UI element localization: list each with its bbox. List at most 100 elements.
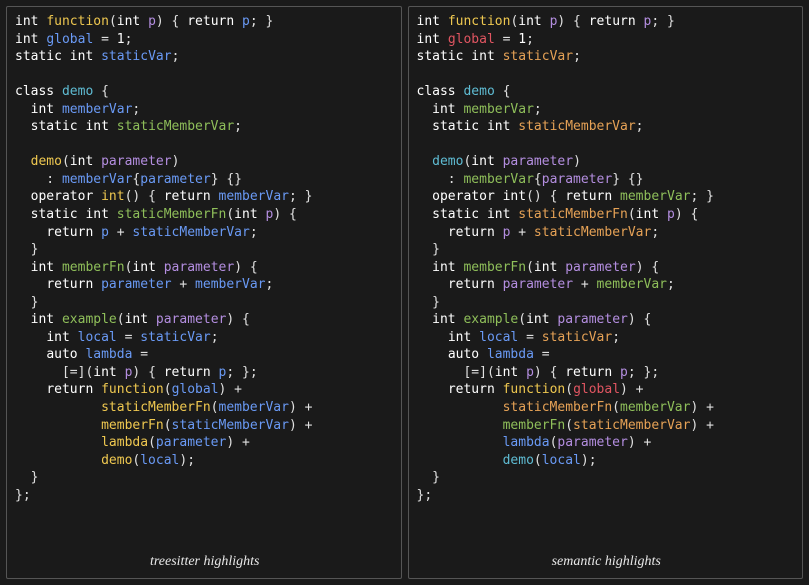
id-memberVar: memberVar bbox=[219, 400, 289, 415]
kw-int: int bbox=[132, 260, 155, 275]
id-lambda: lambda bbox=[487, 347, 534, 362]
id-memberVar: memberVar bbox=[463, 172, 533, 187]
fn-staticMemberFn: staticMemberFn bbox=[101, 400, 211, 415]
fn-demo: demo bbox=[101, 453, 132, 468]
kw-int: int bbox=[417, 14, 440, 29]
id-parameter: parameter bbox=[164, 260, 234, 275]
right-pane: int function(int p) { return p; } int gl… bbox=[408, 6, 804, 579]
kw-int: int bbox=[534, 260, 557, 275]
right-code: int function(int p) { return p; } int gl… bbox=[417, 13, 797, 549]
id-parameter: parameter bbox=[156, 435, 226, 450]
id-staticVar: staticVar bbox=[503, 49, 573, 64]
kw-return: return bbox=[187, 14, 234, 29]
kw-return: return bbox=[164, 189, 211, 204]
kw-int: int bbox=[495, 365, 518, 380]
id-memberVar: memberVar bbox=[219, 189, 289, 204]
kw-int: int bbox=[432, 312, 455, 327]
id-staticMemberVar: staticMemberVar bbox=[117, 119, 234, 134]
id-parameter: parameter bbox=[101, 277, 171, 292]
id-memberVar: memberVar bbox=[463, 102, 533, 117]
kw-return: return bbox=[164, 365, 211, 380]
fn-demo: demo bbox=[432, 154, 463, 169]
id-staticVar: staticVar bbox=[542, 330, 612, 345]
id-parameter: parameter bbox=[542, 172, 612, 187]
num-1: 1 bbox=[117, 32, 125, 47]
fn-function: function bbox=[46, 14, 109, 29]
id-p: p bbox=[550, 14, 558, 29]
id-p: p bbox=[503, 225, 511, 240]
kw-int: int bbox=[15, 32, 38, 47]
fn-demo: demo bbox=[503, 453, 534, 468]
id-staticMemberVar: staticMemberVar bbox=[132, 225, 249, 240]
kw-int: int bbox=[85, 207, 108, 222]
kw-return: return bbox=[46, 382, 93, 397]
id-memberVar: memberVar bbox=[597, 277, 667, 292]
kw-int: int bbox=[448, 330, 471, 345]
left-pane: int function(int p) { return p; } int gl… bbox=[6, 6, 402, 579]
fn-example: example bbox=[62, 312, 117, 327]
id-memberVar: memberVar bbox=[195, 277, 265, 292]
fn-memberFn: memberFn bbox=[503, 418, 566, 433]
kw-int: int bbox=[70, 49, 93, 64]
kw-class: class bbox=[15, 84, 54, 99]
fn-staticMemberFn: staticMemberFn bbox=[503, 400, 613, 415]
kw-int: int bbox=[31, 102, 54, 117]
kw-static: static bbox=[31, 207, 78, 222]
left-code: int function(int p) { return p; } int gl… bbox=[15, 13, 395, 549]
kw-class: class bbox=[417, 84, 456, 99]
id-memberVar: memberVar bbox=[62, 172, 132, 187]
fn-staticMemberFn: staticMemberFn bbox=[117, 207, 227, 222]
fn-lambda: lambda bbox=[503, 435, 550, 450]
kw-return: return bbox=[565, 365, 612, 380]
kw-int: int bbox=[85, 119, 108, 134]
kw-int: int bbox=[70, 154, 93, 169]
kw-int: int bbox=[46, 330, 69, 345]
id-staticVar: staticVar bbox=[101, 49, 171, 64]
id-memberVar: memberVar bbox=[620, 189, 690, 204]
kw-return: return bbox=[448, 225, 495, 240]
id-staticMemberVar: staticMemberVar bbox=[518, 119, 635, 134]
num-1: 1 bbox=[518, 32, 526, 47]
ty-demo: demo bbox=[463, 84, 494, 99]
kw-int: int bbox=[487, 119, 510, 134]
fn-int: int bbox=[101, 189, 124, 204]
fn-function: function bbox=[101, 382, 164, 397]
kw-int: int bbox=[234, 207, 257, 222]
fn-lambda: lambda bbox=[101, 435, 148, 450]
kw-int: int bbox=[471, 154, 494, 169]
id-parameter: parameter bbox=[101, 154, 171, 169]
kw-int: int bbox=[93, 365, 116, 380]
fn-function: function bbox=[503, 382, 566, 397]
id-local: local bbox=[479, 330, 518, 345]
kw-int: int bbox=[526, 312, 549, 327]
id-local: local bbox=[78, 330, 117, 345]
id-parameter: parameter bbox=[557, 312, 627, 327]
id-p: p bbox=[148, 14, 156, 29]
kw-int: int bbox=[471, 49, 494, 64]
fn-example: example bbox=[463, 312, 518, 327]
id-global: global bbox=[573, 382, 620, 397]
kw-int: int bbox=[518, 14, 541, 29]
id-staticMemberVar: staticMemberVar bbox=[172, 418, 289, 433]
fn-memberFn: memberFn bbox=[463, 260, 526, 275]
id-p: p bbox=[620, 365, 628, 380]
id-p: p bbox=[667, 207, 675, 222]
id-parameter: parameter bbox=[565, 260, 635, 275]
kw-int: int bbox=[31, 312, 54, 327]
id-p: p bbox=[242, 14, 250, 29]
fn-demo: demo bbox=[31, 154, 62, 169]
id-staticMemberVar: staticMemberVar bbox=[534, 225, 651, 240]
fn-function: function bbox=[448, 14, 511, 29]
kw-return: return bbox=[589, 14, 636, 29]
right-caption: semantic highlights bbox=[417, 549, 797, 572]
id-memberVar: memberVar bbox=[620, 400, 690, 415]
id-staticMemberVar: staticMemberVar bbox=[573, 418, 690, 433]
id-parameter: parameter bbox=[557, 435, 627, 450]
id-p: p bbox=[101, 225, 109, 240]
kw-operator: operator bbox=[31, 189, 94, 204]
kw-int: int bbox=[432, 260, 455, 275]
id-parameter: parameter bbox=[503, 154, 573, 169]
fn-memberFn: memberFn bbox=[62, 260, 125, 275]
id-local: local bbox=[542, 453, 581, 468]
kw-auto: auto bbox=[448, 347, 479, 362]
